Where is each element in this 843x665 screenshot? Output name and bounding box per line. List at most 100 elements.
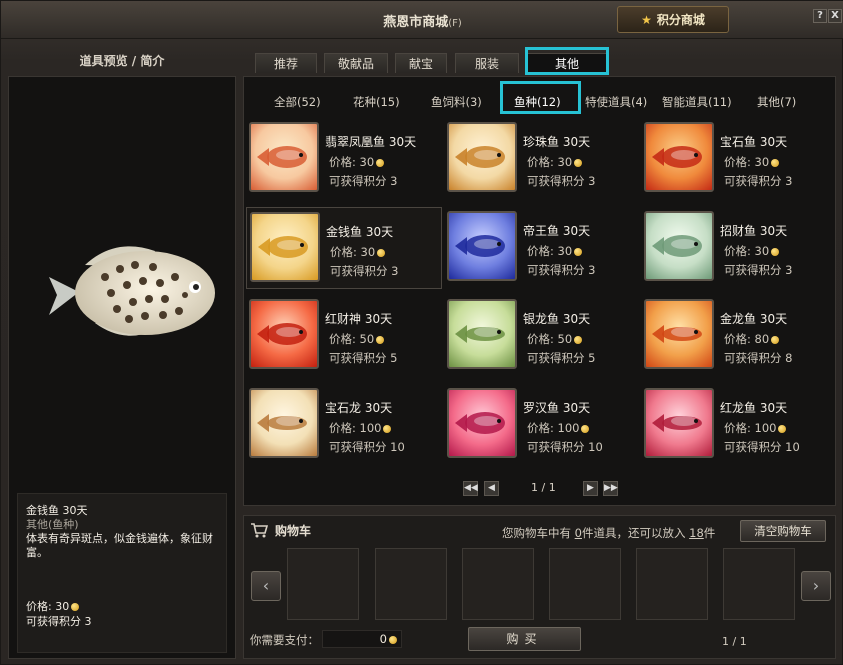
- item-name: 红财神 30天: [325, 312, 393, 326]
- subtab-envoy[interactable]: 特使道具(4): [585, 93, 647, 111]
- points-shop-button[interactable]: ★ 积分商城: [617, 6, 729, 33]
- fish-icon: [257, 414, 307, 432]
- item-name: 罗汉鱼 30天: [523, 401, 591, 415]
- fish-icon: [455, 325, 505, 343]
- coin-icon: [376, 335, 385, 344]
- fish-icon: [455, 235, 505, 257]
- preview-price: 价格: 30: [26, 600, 80, 614]
- shop-item[interactable]: 宝石鱼 30天 价格: 30 可获得积分 3: [641, 118, 837, 200]
- subtab-misc[interactable]: 其他(7): [757, 93, 796, 111]
- fish-icon: [258, 236, 308, 258]
- coin-icon: [574, 335, 583, 344]
- item-points: 可获得积分 3: [724, 263, 793, 277]
- shop-item[interactable]: 宝石龙 30天 价格: 100 可获得积分 10: [246, 384, 442, 466]
- tab-clothing[interactable]: 服装: [455, 53, 519, 73]
- item-name: 银龙鱼 30天: [523, 312, 591, 326]
- cart-info-prefix: 您购物车中有: [502, 526, 575, 540]
- subtab-all[interactable]: 全部(52): [274, 93, 321, 111]
- cart-info-mid: 件道具，还可以放入: [581, 526, 690, 540]
- cart-slot[interactable]: [549, 548, 621, 620]
- cart-slot[interactable]: [462, 548, 534, 620]
- pay-label: 你需要支付：: [250, 633, 319, 647]
- tab-recommend[interactable]: 推荐: [255, 53, 317, 73]
- first-page-button[interactable]: ◀◀: [463, 481, 478, 496]
- fish-thumbnail: [250, 212, 320, 282]
- tab-other[interactable]: 其他: [527, 53, 607, 73]
- points-shop-label: 积分商城: [656, 13, 705, 27]
- item-price: 价格: 80: [724, 331, 780, 347]
- cart-title: 购物车: [275, 524, 312, 538]
- item-price: 价格: 50: [329, 331, 385, 347]
- subtab-smart[interactable]: 智能道具(11): [662, 93, 732, 111]
- cart-next-button[interactable]: ›: [801, 571, 831, 601]
- item-price-text: 价格: 80: [724, 332, 770, 346]
- coin-icon: [771, 247, 780, 256]
- item-points: 可获得积分 10: [724, 440, 800, 454]
- item-price-text: 价格: 100: [724, 421, 777, 435]
- cart-slot[interactable]: [636, 548, 708, 620]
- item-price: 价格: 100: [724, 420, 787, 436]
- preview-panel: 金钱鱼 30天 其他(鱼种) 体表有奇异斑点，似金钱遍体，象征财富。 价格: 3…: [8, 76, 236, 659]
- item-name: 宝石鱼 30天: [720, 135, 788, 149]
- item-points: 可获得积分 10: [329, 440, 405, 454]
- last-page-button[interactable]: ▶▶: [603, 481, 618, 496]
- coin-icon: [574, 247, 583, 256]
- close-button[interactable]: X: [828, 9, 842, 23]
- shop-item[interactable]: 金龙鱼 30天价格: 80 可获得积分 8: [641, 295, 837, 377]
- shop-item[interactable]: 红财神 30天 价格: 50 可获得积分 5: [246, 295, 442, 377]
- coin-icon: [771, 335, 780, 344]
- coin-icon: [771, 158, 780, 167]
- subtab-fish-food[interactable]: 鱼饲料(3): [431, 93, 482, 111]
- item-points: 可获得积分 3: [527, 174, 596, 188]
- pay-amount-value: 0: [379, 632, 387, 646]
- shop-item[interactable]: 帝王鱼 30天 价格: 30 可获得积分 3: [444, 207, 640, 289]
- cart-slot[interactable]: [375, 548, 447, 620]
- coin-icon: [581, 424, 590, 433]
- fish-thumbnail: [644, 122, 714, 192]
- tab-offerings[interactable]: 敬献品: [324, 53, 388, 73]
- item-points: 可获得积分 3: [724, 174, 793, 188]
- shop-item[interactable]: 珍珠鱼 30天 价格: 30 可获得积分 3: [444, 118, 640, 200]
- item-points: 可获得积分 10: [527, 440, 603, 454]
- item-points: 可获得积分 5: [329, 351, 398, 365]
- help-button[interactable]: ?: [813, 9, 827, 23]
- cart-info: 您购物车中有 0件道具，还可以放入 18件: [502, 525, 715, 541]
- item-price-text: 价格: 50: [527, 332, 573, 346]
- shop-item[interactable]: 翡翠凤凰鱼 30天 价格: 30 可获得积分 3: [246, 118, 442, 200]
- item-price-text: 价格: 30: [527, 155, 573, 169]
- star-icon: ★: [641, 12, 652, 27]
- item-price: 价格: 30: [724, 154, 780, 170]
- item-name: 金龙鱼 30天: [720, 312, 788, 326]
- subtab-fish[interactable]: 鱼种(12): [514, 93, 561, 111]
- item-price: 价格: 100: [527, 420, 590, 436]
- shop-item[interactable]: 罗汉鱼 30天 价格: 100 可获得积分 10: [444, 384, 640, 466]
- coin-icon: [574, 158, 583, 167]
- preview-description: 体表有奇异斑点，似金钱遍体，象征财富。: [26, 532, 213, 559]
- coin-icon: [389, 635, 397, 644]
- coin-icon: [778, 424, 787, 433]
- cart-slot[interactable]: [723, 548, 795, 620]
- fish-icon: [652, 325, 702, 343]
- cart-slot[interactable]: [287, 548, 359, 620]
- coin-icon: [383, 424, 392, 433]
- prev-page-button[interactable]: ◀: [484, 481, 499, 496]
- subtab-flower[interactable]: 花种(15): [353, 93, 400, 111]
- shop-item[interactable]: 银龙鱼 30天 价格: 50 可获得积分 5: [444, 295, 640, 377]
- cart-prev-button[interactable]: ‹: [251, 571, 281, 601]
- fish-icon: [257, 146, 307, 168]
- preview-name: 金钱鱼 30天: [26, 504, 88, 517]
- shop-item[interactable]: 招财鱼 30天 价格: 30 可获得积分 3: [641, 207, 837, 289]
- title-bar: 燕恩市商城(F) ★ 积分商城 ? X: [1, 1, 843, 39]
- fish-thumbnail: [447, 211, 517, 281]
- next-page-button[interactable]: ▶: [583, 481, 598, 496]
- tab-treasure[interactable]: 献宝: [395, 53, 447, 73]
- clear-cart-button[interactable]: 清空购物车: [740, 520, 826, 542]
- shop-item[interactable]: 红龙鱼 30天 价格: 100 可获得积分 10: [641, 384, 837, 466]
- fish-icon: [652, 414, 702, 432]
- item-points: 可获得积分 8: [724, 351, 793, 365]
- buy-button[interactable]: 购买: [468, 627, 581, 651]
- shop-item[interactable]: 金钱鱼 30天 价格: 30 可获得积分 3: [246, 207, 442, 289]
- cart-count: 0: [574, 526, 582, 540]
- item-price-text: 价格: 30: [527, 244, 573, 258]
- item-price-text: 价格: 30: [329, 155, 375, 169]
